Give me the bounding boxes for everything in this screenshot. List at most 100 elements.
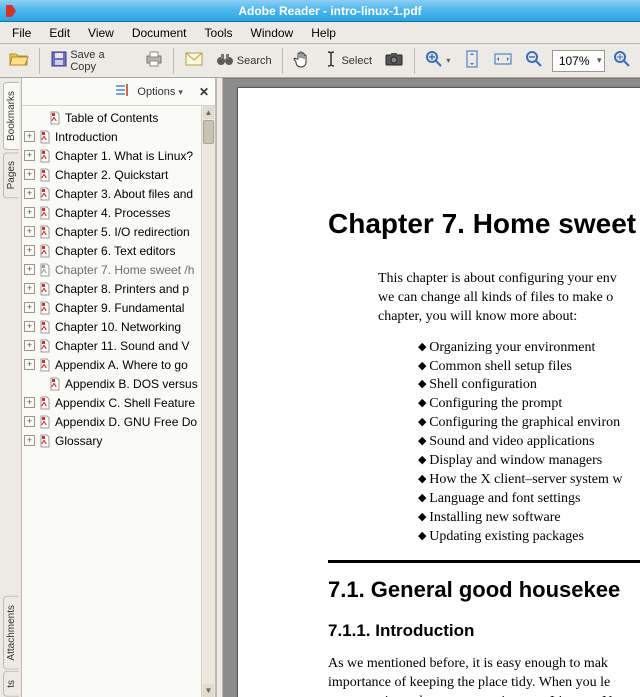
- bookmark-label: Glossary: [55, 434, 102, 448]
- pdf-bookmark-icon: [38, 244, 52, 258]
- bookmarks-options-button[interactable]: Options ▾: [137, 86, 183, 98]
- scrollbar-thumb[interactable]: [203, 120, 214, 144]
- pdf-bookmark-icon: [38, 206, 52, 220]
- menu-help[interactable]: Help: [303, 24, 344, 42]
- zoom-in-button[interactable]: ▾: [421, 48, 455, 74]
- bookmarks-options-icon: [115, 83, 129, 100]
- pdf-bookmark-icon: [38, 301, 52, 315]
- envelope-icon: [185, 52, 203, 69]
- bookmark-item[interactable]: + Appendix A. Where to go: [24, 355, 215, 374]
- tree-expander-icon[interactable]: +: [24, 283, 35, 294]
- menu-tools[interactable]: Tools: [197, 24, 241, 42]
- tree-expander-icon[interactable]: +: [24, 302, 35, 313]
- bookmark-item[interactable]: + Glossary: [24, 431, 215, 450]
- tree-expander-icon[interactable]: +: [24, 340, 35, 351]
- print-button[interactable]: [140, 48, 167, 74]
- tree-expander-icon[interactable]: +: [24, 131, 35, 142]
- toolbar: Save a Copy Search Select: [0, 44, 640, 78]
- bookmark-item[interactable]: +Chapter 10. Networking: [24, 317, 215, 336]
- email-button[interactable]: [180, 48, 207, 74]
- save-copy-button[interactable]: Save a Copy: [46, 48, 135, 74]
- sidetab-attachments[interactable]: Attachments: [3, 596, 19, 670]
- tree-expander-icon[interactable]: +: [24, 169, 35, 180]
- bookmark-item[interactable]: + Appendix D. GNU Free Do: [24, 412, 215, 431]
- chapter-bullets: Organizing your environmentCommon shell …: [418, 339, 640, 547]
- zoom-level-select[interactable]: 107%: [552, 50, 605, 72]
- bookmark-item[interactable]: +Chapter 8. Printers and p: [24, 279, 215, 298]
- bookmarks-tree: Table of Contents+Introduction+Chapter 1…: [22, 106, 215, 697]
- bookmark-label: Chapter 11. Sound and V: [55, 339, 190, 353]
- bookmark-item[interactable]: + Chapter 7. Home sweet /h: [24, 260, 215, 279]
- sidetab-extra[interactable]: ts: [3, 671, 19, 697]
- bookmark-item[interactable]: +Appendix C. Shell Feature: [24, 393, 215, 412]
- bookmarks-scrollbar[interactable]: ▲ ▼: [201, 106, 215, 697]
- menu-edit[interactable]: Edit: [41, 24, 78, 42]
- fit-width-button[interactable]: [489, 48, 516, 74]
- bookmark-item[interactable]: +Chapter 3. About files and: [24, 184, 215, 203]
- document-viewer[interactable]: Chapter 7. Home sweet This chapter is ab…: [223, 78, 640, 697]
- menu-window[interactable]: Window: [243, 24, 302, 42]
- bookmark-item[interactable]: +Introduction: [24, 127, 215, 146]
- bookmark-label: Chapter 6. Text editors: [55, 244, 176, 258]
- hand-tool-button[interactable]: [289, 48, 316, 74]
- folder-open-icon: [9, 50, 29, 71]
- tree-expander-icon[interactable]: +: [24, 226, 35, 237]
- snapshot-button[interactable]: [380, 48, 407, 74]
- search-label: Search: [237, 55, 272, 67]
- bullet-item: Shell configuration: [418, 376, 640, 395]
- zoom-out-button[interactable]: [520, 48, 547, 74]
- pdf-bookmark-icon: [48, 377, 62, 391]
- toolbar-separator: [282, 48, 283, 74]
- tree-expander-icon[interactable]: +: [24, 150, 35, 161]
- bookmark-label: Appendix D. GNU Free Do: [55, 415, 197, 429]
- zoom-out-icon: [525, 50, 543, 71]
- sidetab-pages[interactable]: Pages: [3, 152, 19, 198]
- bullet-item: Language and font settings: [418, 490, 640, 509]
- tree-expander-icon[interactable]: +: [24, 416, 35, 427]
- window-titlebar: Adobe Reader - intro-linux-1.pdf: [0, 0, 640, 22]
- open-button[interactable]: [4, 48, 33, 74]
- section-divider: [328, 560, 640, 563]
- bookmark-item[interactable]: Table of Contents: [24, 108, 215, 127]
- fit-height-button[interactable]: [459, 48, 485, 74]
- bookmark-label: Chapter 7. Home sweet /h: [55, 263, 194, 277]
- toolbar-separator: [173, 48, 174, 74]
- zoom-in-plus-button[interactable]: [609, 48, 636, 74]
- panel-splitter[interactable]: [216, 78, 223, 697]
- bullet-item: Common shell setup files: [418, 358, 640, 377]
- text-select-button[interactable]: Select: [320, 48, 376, 74]
- zoom-in-icon: [425, 50, 443, 71]
- tree-expander-icon[interactable]: +: [24, 321, 35, 332]
- menu-file[interactable]: File: [4, 24, 39, 42]
- bookmark-item[interactable]: +Chapter 2. Quickstart: [24, 165, 215, 184]
- bookmark-item[interactable]: + Chapter 6. Text editors: [24, 241, 215, 260]
- tree-expander-icon[interactable]: +: [24, 435, 35, 446]
- chapter-title: Chapter 7. Home sweet: [328, 208, 640, 240]
- main-area: Bookmarks Pages Attachments ts Options ▾…: [0, 78, 640, 697]
- bookmarks-close-button[interactable]: ✕: [199, 85, 209, 99]
- bookmark-item[interactable]: +Chapter 9. Fundamental: [24, 298, 215, 317]
- tree-expander-icon[interactable]: +: [24, 188, 35, 199]
- menu-document[interactable]: Document: [124, 24, 195, 42]
- app-icon: [4, 4, 18, 18]
- bookmark-item[interactable]: + Chapter 5. I/O redirection: [24, 222, 215, 241]
- scroll-up-arrow-icon[interactable]: ▲: [203, 106, 214, 119]
- search-button[interactable]: Search: [212, 48, 276, 74]
- bookmark-item[interactable]: + Chapter 11. Sound and V: [24, 336, 215, 355]
- bookmark-item[interactable]: Appendix B. DOS versus L: [24, 374, 215, 393]
- menu-view[interactable]: View: [80, 24, 122, 42]
- bookmark-label: Chapter 5. I/O redirection: [55, 225, 190, 239]
- scroll-down-arrow-icon[interactable]: ▼: [203, 684, 214, 697]
- tree-expander-icon[interactable]: +: [24, 359, 35, 370]
- tree-expander-icon[interactable]: +: [24, 397, 35, 408]
- floppy-icon: [51, 51, 67, 70]
- tree-expander-icon[interactable]: +: [24, 207, 35, 218]
- bookmark-label: Appendix A. Where to go: [55, 358, 188, 372]
- bookmark-item[interactable]: +Chapter 4. Processes: [24, 203, 215, 222]
- tree-expander-icon[interactable]: +: [24, 245, 35, 256]
- bullet-item: Sound and video applications: [418, 433, 640, 452]
- bookmark-item[interactable]: +Chapter 1. What is Linux?: [24, 146, 215, 165]
- toolbar-separator: [414, 48, 415, 74]
- sidetab-bookmarks[interactable]: Bookmarks: [3, 82, 19, 150]
- tree-expander-icon[interactable]: +: [24, 264, 35, 275]
